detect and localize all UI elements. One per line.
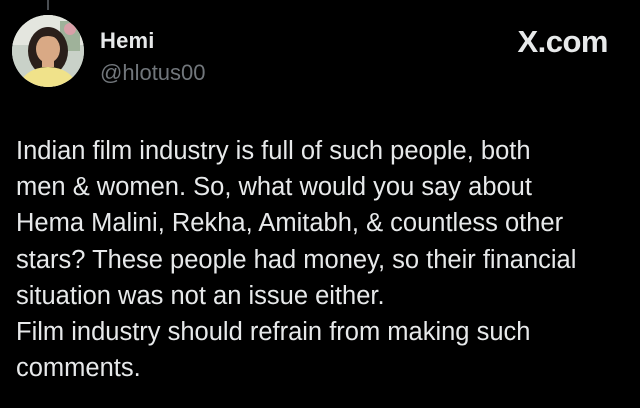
avatar-photo	[12, 15, 84, 87]
thread-connector-line	[47, 0, 49, 10]
author-handle[interactable]: @hlotus00	[100, 60, 206, 86]
author-name[interactable]: Hemi	[100, 28, 155, 54]
x-logo-text: X.com	[517, 24, 608, 59]
post-body-text: Indian film industry is full of such peo…	[16, 137, 577, 383]
avatar[interactable]	[12, 15, 84, 87]
